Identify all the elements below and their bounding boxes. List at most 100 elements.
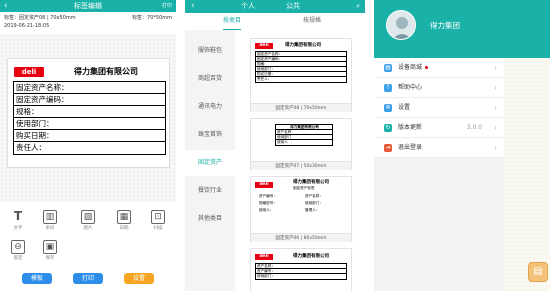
image-icon: ▨ bbox=[81, 210, 95, 224]
gear-icon: ✲ bbox=[384, 104, 392, 112]
field-spec: 规格： bbox=[14, 106, 165, 118]
template-list: deli 得力集团有限公司 固定资产名称： 固定资产编码： 规格： 使用部门： … bbox=[235, 30, 365, 291]
deli-logo: deli bbox=[255, 43, 273, 49]
category-sidebar: 服饰鞋包 商超百货 通讯电力 珠宝首饰 固定资产 餐饮行业 其他类目 bbox=[185, 30, 235, 291]
new-badge bbox=[425, 66, 429, 69]
avatar-image bbox=[387, 11, 415, 39]
label-preview[interactable]: deli 得力集团有限公司 固定资产名称： 固定资产编码： 规格： 使用部门： … bbox=[7, 58, 170, 168]
template-row: 责任人： bbox=[257, 77, 272, 81]
library-header: ‹ 个人 公共 ⌕ bbox=[185, 0, 365, 13]
editor-header: ‹ 标签编辑 打印 bbox=[0, 0, 176, 12]
template-line: 使用部门： bbox=[305, 201, 323, 205]
menu-item-update[interactable]: ↻ 版本更新 3.0.0 › bbox=[374, 118, 504, 138]
template-button[interactable]: 模板 bbox=[22, 273, 52, 284]
menu-item-logout[interactable]: ⇥ 退出登录 › bbox=[374, 138, 504, 158]
template-subtitle: 固定资产标签 bbox=[293, 186, 315, 190]
chevron-right-icon: › bbox=[494, 64, 497, 72]
tool-barcode-label: 条码 bbox=[45, 226, 55, 231]
menu-label: 版本更新 bbox=[398, 124, 423, 131]
editor-title: 标签编辑 bbox=[74, 2, 102, 10]
category-item-active[interactable]: 固定资产 bbox=[185, 150, 235, 176]
field-asset-code: 固定资产编码： bbox=[14, 94, 165, 106]
template-card[interactable]: deli 得力集团有限公司 固定资产标签 资产编号： 资产名称： 规格型号： 使… bbox=[250, 176, 352, 242]
template-company: 得力集团有限公司 bbox=[293, 254, 329, 259]
template-row: 使用人 bbox=[277, 140, 288, 144]
tool-save[interactable]: ▣ 保存 bbox=[38, 240, 62, 266]
store-icon: ▤ bbox=[384, 64, 392, 72]
category-item[interactable]: 通讯电力 bbox=[185, 94, 235, 120]
label-editor-screen: ‹ 标签编辑 打印 标签：固定资产08 | 70x50mm 2019-06-21… bbox=[0, 0, 176, 291]
back-icon[interactable]: ‹ bbox=[191, 0, 195, 13]
category-item[interactable]: 商超百货 bbox=[185, 66, 235, 92]
tool-scan[interactable]: ⊡ 扫描 bbox=[146, 210, 170, 236]
template-caption: 固定资产06 | 80x50mm bbox=[251, 233, 351, 242]
tab-by-category[interactable]: 按类目 bbox=[223, 13, 242, 30]
tab-public[interactable]: 公共 bbox=[286, 0, 300, 13]
lock-icon: ⊖ bbox=[11, 240, 25, 254]
template-line: 管理人： bbox=[305, 208, 320, 212]
text-icon: T bbox=[13, 209, 23, 223]
tool-save-label: 保存 bbox=[45, 256, 55, 261]
tool-text[interactable]: T 文字 bbox=[6, 210, 30, 236]
field-department: 使用部门： bbox=[14, 118, 165, 130]
search-icon[interactable]: ⌕ bbox=[356, 0, 360, 13]
template-card[interactable]: deli 得力集团有限公司 固定资产名称： 固定资产编码： 规格： 使用部门： … bbox=[250, 38, 352, 112]
scan-icon: ⊡ bbox=[151, 210, 165, 224]
category-item[interactable]: 珠宝首饰 bbox=[185, 122, 235, 148]
date-icon: ▦ bbox=[117, 210, 131, 224]
deli-logo: deli bbox=[14, 67, 44, 77]
category-item[interactable]: 餐饮行业 bbox=[185, 178, 235, 204]
template-company: 得力集团有限公司 bbox=[285, 43, 321, 48]
floating-label-icon[interactable]: ▤ bbox=[528, 262, 548, 282]
tool-barcode[interactable]: ▥ 条码 bbox=[38, 210, 62, 236]
tool-scan-label: 扫描 bbox=[153, 226, 163, 231]
template-table: 资产名称： 资产编号： 使用部门： bbox=[255, 263, 347, 280]
print-button[interactable]: 打印 bbox=[73, 273, 103, 284]
logout-icon: ⇥ bbox=[384, 144, 392, 152]
template-card[interactable]: 得力集团有限公司 资产名称 使用部门 使用人 固定资产07 | 50x30mm bbox=[250, 118, 352, 170]
save-icon: ▣ bbox=[43, 240, 57, 254]
label-timestamp: 2019-06-21-18:05 bbox=[4, 23, 50, 29]
chevron-right-icon: › bbox=[494, 144, 497, 152]
tool-image[interactable]: ▨ 图片 bbox=[76, 210, 100, 236]
tool-date[interactable]: ▦ 日期 bbox=[112, 210, 136, 236]
template-row: 使用部门： bbox=[257, 274, 275, 278]
chevron-right-icon: › bbox=[494, 124, 497, 132]
menu-label: 帮助中心 bbox=[398, 84, 423, 91]
category-item[interactable]: 其他类目 bbox=[185, 206, 235, 232]
template-card[interactable]: deli 得力集团有限公司 资产名称： 资产编号： 使用部门： bbox=[250, 248, 352, 291]
profile-menu: ▤ 设备商城 › ? 帮助中心 › ✲ 设置 › ↻ 版本更新 3.0.0 › bbox=[374, 58, 504, 158]
menu-label: 退出登录 bbox=[398, 144, 423, 151]
profile-header: 得力集团 bbox=[374, 0, 550, 58]
tab-by-size[interactable]: 按规格 bbox=[303, 13, 321, 29]
menu-item-help[interactable]: ? 帮助中心 › bbox=[374, 78, 504, 98]
template-table: 固定资产名称： 固定资产编码： 规格： 使用部门： 购买日期： 责任人： bbox=[255, 51, 347, 83]
label-size: 标签：70*50mm bbox=[132, 15, 172, 21]
template-table: 得力集团有限公司 资产名称 使用部门 使用人 bbox=[275, 124, 333, 146]
editor-bottom-buttons: 模板 打印 设置 bbox=[0, 270, 176, 291]
template-library-screen: ‹ 个人 公共 ⌕ 按类目 按规格 服饰鞋包 商超百货 通讯电力 珠宝首饰 固定… bbox=[185, 0, 365, 291]
print-action[interactable]: 打印 bbox=[162, 0, 172, 12]
asset-field-table: 固定资产名称： 固定资产编码： 规格： 使用部门： 购买日期： 责任人： bbox=[13, 81, 166, 155]
category-item[interactable]: 服饰鞋包 bbox=[185, 38, 235, 64]
menu-item-store[interactable]: ▤ 设备商城 › bbox=[374, 58, 504, 78]
field-purchase-date: 购买日期： bbox=[14, 130, 165, 142]
editor-toolbar: T 文字 ▥ 条码 ▨ 图片 ▦ 日期 ⊡ 扫描 ⊖ 锁定 ▣ 保存 bbox=[0, 208, 176, 268]
tool-lock[interactable]: ⊖ 锁定 bbox=[6, 240, 30, 266]
settings-button[interactable]: 设置 bbox=[124, 273, 154, 284]
template-line: 规格型号： bbox=[259, 201, 277, 205]
profile-name: 得力集团 bbox=[430, 21, 460, 30]
label-info: 标签：固定资产08 | 70x50mm 2019-06-21-18:05 标签：… bbox=[0, 12, 176, 34]
menu-item-settings[interactable]: ✲ 设置 › bbox=[374, 98, 504, 118]
company-name: 得力集团有限公司 bbox=[74, 67, 138, 76]
chevron-right-icon: › bbox=[494, 104, 497, 112]
field-asset-name: 固定资产名称： bbox=[14, 82, 165, 94]
update-icon: ↻ bbox=[384, 124, 392, 132]
tab-personal[interactable]: 个人 bbox=[241, 0, 255, 13]
template-line: 资产名称： bbox=[305, 194, 323, 198]
template-caption: 固定资产08 | 70x50mm bbox=[251, 103, 351, 112]
avatar[interactable] bbox=[386, 10, 416, 40]
menu-label: 设置 bbox=[398, 104, 411, 111]
deli-logo: deli bbox=[255, 254, 273, 260]
tool-date-label: 日期 bbox=[119, 226, 129, 231]
